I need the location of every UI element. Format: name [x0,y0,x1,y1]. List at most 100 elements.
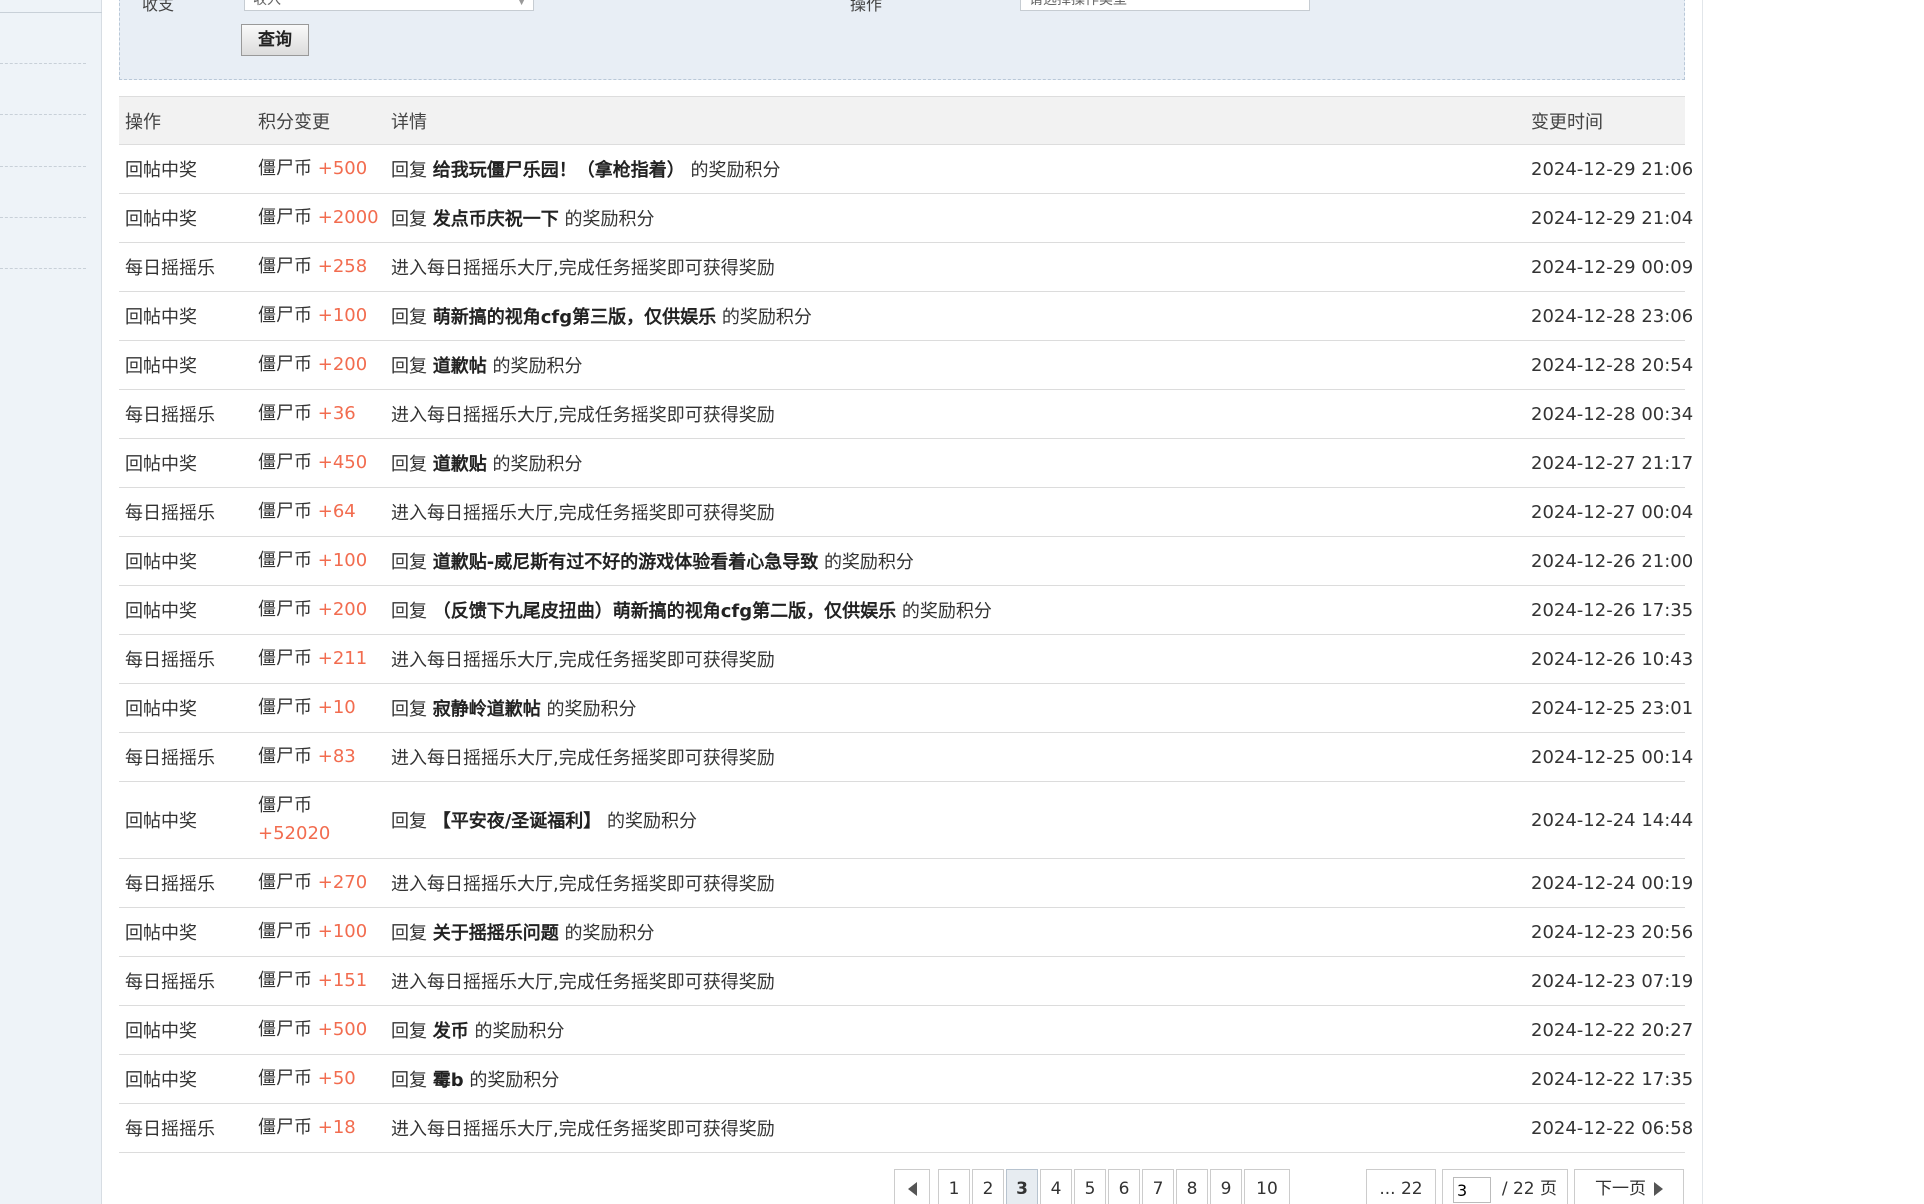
op-cell: 回帖中奖 [119,438,252,488]
table-row: 每日摇摇乐 僵尸币 +36 进入每日摇摇乐大厅,完成任务摇奖即可获得奖励 2024-1… [119,389,1693,439]
points-amount: +270 [317,872,368,893]
page-link-6[interactable]: 6 [1108,1169,1140,1204]
income-type-select[interactable]: 收入 ▼ [244,0,534,11]
op-cell: 每日摇摇乐 [119,634,252,684]
query-button[interactable]: 查询 [241,24,309,56]
detail-suffix: 的奖励积分 [564,923,655,944]
table-row: 回帖中奖 僵尸币 +100 回复 萌新搞的视角cfg第三版，仅供娱乐 的奖励积分 20… [119,291,1693,341]
detail-prefix: 回复 [391,307,427,328]
op-cell: 回帖中奖 [119,585,252,635]
detail-cell: 进入每日摇摇乐大厅,完成任务摇奖即可获得奖励 [385,389,1525,439]
thread-title-link[interactable]: 道歉帖 [433,356,487,377]
detail-prefix: 回复 [391,160,427,181]
sidebar-divider [0,268,86,269]
page-jump-input[interactable] [1453,1177,1491,1203]
page-link-8[interactable]: 8 [1176,1169,1208,1204]
time-cell: 2024-12-29 21:04 [1525,193,1693,243]
detail-prefix: 回复 [391,356,427,377]
detail-suffix: 的奖励积分 [492,356,583,377]
detail-prefix: 回复 [391,454,427,475]
currency-label: 僵尸币 [258,550,312,571]
sidebar-divider [0,63,86,64]
detail-prefix: 回复 [391,1021,427,1042]
page-link-2[interactable]: 2 [972,1169,1004,1204]
sidebar-divider [0,114,86,115]
detail-text: 进入每日摇摇乐大厅,完成任务摇奖即可获得奖励 [391,503,775,524]
points-cell: 僵尸币 +50 [252,1054,385,1104]
page-link-4[interactable]: 4 [1040,1169,1072,1204]
detail-suffix: 的奖励积分 [607,811,698,832]
pagination: 12345678910 ... 22 / 22 页 下一页 [0,1169,1924,1204]
points-cell: 僵尸币 +211 [252,634,385,684]
points-cell: 僵尸币 +100 [252,536,385,586]
points-amount: +2000 [317,207,379,228]
currency-label: 僵尸币 [258,207,312,228]
prev-page-button[interactable] [894,1169,930,1204]
currency-label: 僵尸币 [258,1068,312,1089]
detail-suffix: 的奖励积分 [901,601,992,622]
page-link-5[interactable]: 5 [1074,1169,1106,1204]
points-amount: +100 [317,305,368,326]
income-type-value: 收入 [253,0,281,8]
thread-title-link[interactable]: 寂静岭道歉帖 [433,699,541,720]
currency-label: 僵尸币 [258,354,312,375]
points-cell: 僵尸币 +100 [252,291,385,341]
op-cell: 每日摇摇乐 [119,858,252,908]
detail-cell: 回复 （反馈下九尾皮扭曲）萌新搞的视角cfg第二版，仅供娱乐 的奖励积分 [385,585,1525,635]
page-link-7[interactable]: 7 [1142,1169,1174,1204]
time-cell: 2024-12-22 06:58 [1525,1103,1693,1153]
thread-title-link[interactable]: 【平安夜/圣诞福利】 [433,811,602,832]
currency-label: 僵尸币 [258,256,312,277]
operation-select[interactable]: 请选择操作类型 [1020,0,1310,11]
currency-label: 僵尸币 [258,872,312,893]
detail-text: 进入每日摇摇乐大厅,完成任务摇奖即可获得奖励 [391,874,775,895]
time-cell: 2024-12-26 21:00 [1525,536,1693,586]
op-cell: 回帖中奖 [119,144,252,194]
detail-cell: 进入每日摇摇乐大厅,完成任务摇奖即可获得奖励 [385,1103,1525,1153]
table-row: 回帖中奖 僵尸币 +450 回复 道歉贴 的奖励积分 2024-12-27 21:17 [119,438,1693,488]
detail-cell: 回复 道歉贴 的奖励积分 [385,438,1525,488]
points-amount: +450 [317,452,368,473]
detail-prefix: 回复 [391,552,427,573]
time-cell: 2024-12-28 20:54 [1525,340,1693,390]
detail-prefix: 回复 [391,923,427,944]
thread-title-link[interactable]: 道歉贴-威尼斯有过不好的游戏体验看着心急导致 [433,552,818,573]
time-cell: 2024-12-28 00:34 [1525,389,1693,439]
points-amount: +500 [317,1019,368,1040]
thread-title-link[interactable]: 发点币庆祝一下 [433,209,559,230]
detail-suffix: 的奖励积分 [564,209,655,230]
thread-title-link[interactable]: 发币 [433,1021,469,1042]
thread-title-link[interactable]: 关于摇摇乐问题 [433,923,559,944]
thread-title-link[interactable]: （反馈下九尾皮扭曲）萌新搞的视角cfg第二版，仅供娱乐 [433,601,896,622]
table-row: 每日摇摇乐 僵尸币 +64 进入每日摇摇乐大厅,完成任务摇奖即可获得奖励 2024-1… [119,487,1693,537]
next-page-button[interactable]: 下一页 [1574,1169,1684,1204]
currency-label: 僵尸币 [258,158,312,179]
page-link-10[interactable]: 10 [1244,1169,1290,1204]
points-cell: 僵尸币 +500 [252,144,385,194]
thread-title-link[interactable]: 给我玩僵尸乐园！（拿枪指着） [433,160,685,181]
detail-cell: 回复 寂静岭道歉帖 的奖励积分 [385,683,1525,733]
last-page-link[interactable]: ... 22 [1366,1169,1436,1204]
table-row: 每日摇摇乐 僵尸币 +151 进入每日摇摇乐大厅,完成任务摇奖即可获得奖励 2024-… [119,956,1693,1006]
points-amount: +151 [317,970,368,991]
currency-label: 僵尸币 [258,648,312,669]
sidebar-divider [0,12,102,13]
thread-title-link[interactable]: 霉b [433,1070,464,1091]
currency-label: 僵尸币 [258,452,312,473]
op-cell: 每日摇摇乐 [119,242,252,292]
points-cell: 僵尸币 +100 [252,907,385,957]
page-link-3[interactable]: 3 [1006,1169,1038,1204]
page-link-1[interactable]: 1 [938,1169,970,1204]
detail-text: 进入每日摇摇乐大厅,完成任务摇奖即可获得奖励 [391,405,775,426]
page-link-9[interactable]: 9 [1210,1169,1242,1204]
arrow-right-icon [1654,1182,1663,1196]
thread-title-link[interactable]: 萌新搞的视角cfg第三版，仅供娱乐 [433,307,716,328]
points-cell: 僵尸币 +83 [252,732,385,782]
points-cell: 僵尸币 +200 [252,340,385,390]
detail-cell: 进入每日摇摇乐大厅,完成任务摇奖即可获得奖励 [385,956,1525,1006]
table-row: 回帖中奖 僵尸币 +52020 回复 【平安夜/圣诞福利】 的奖励积分 2024-12… [119,781,1693,859]
op-cell: 每日摇摇乐 [119,956,252,1006]
currency-label: 僵尸币 [258,1019,312,1040]
points-amount: +18 [317,1117,356,1138]
thread-title-link[interactable]: 道歉贴 [433,454,487,475]
